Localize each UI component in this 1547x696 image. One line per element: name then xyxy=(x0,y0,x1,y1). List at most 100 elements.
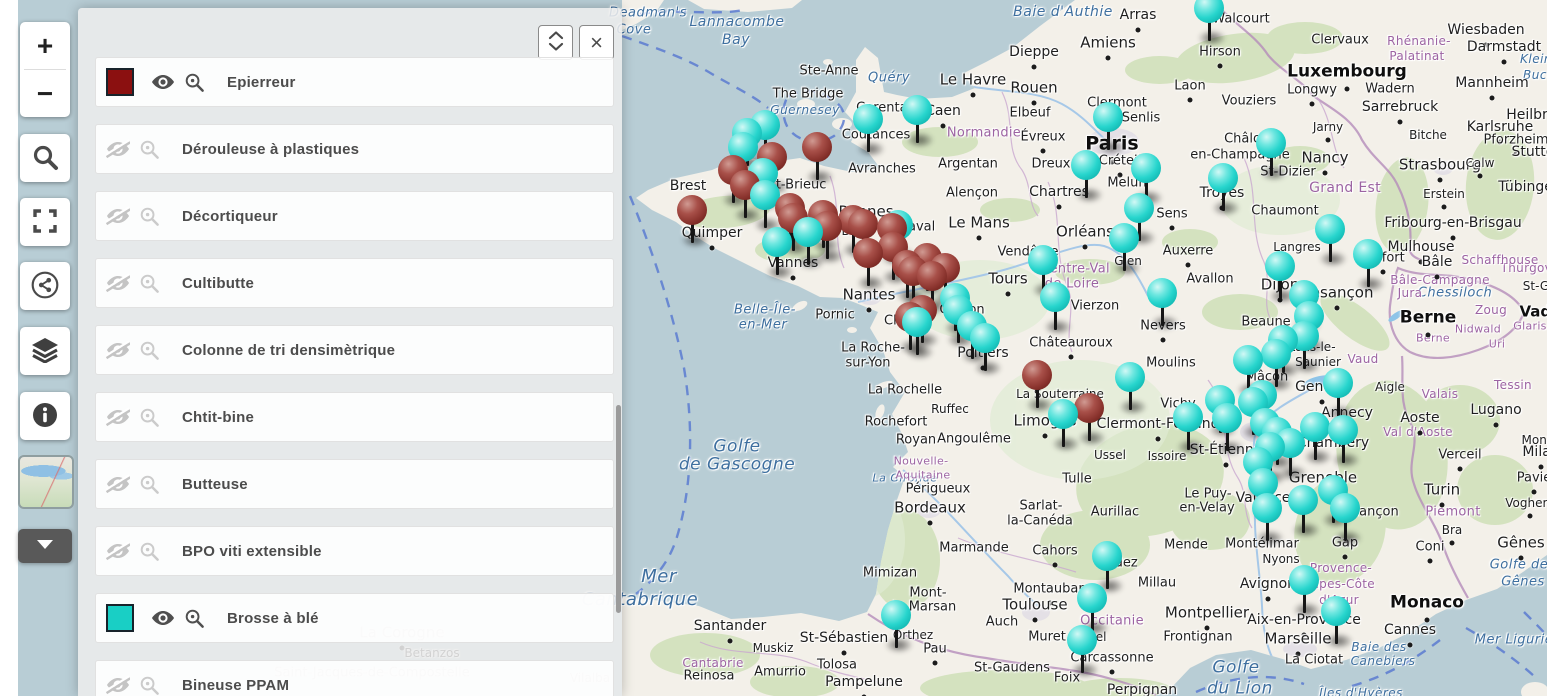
layer-item[interactable]: Cultibutte xyxy=(95,258,614,308)
eye-hidden-icon[interactable] xyxy=(106,139,130,159)
map-marker-cyan[interactable] xyxy=(1328,415,1358,475)
panel-close-button[interactable]: × xyxy=(579,25,614,60)
layer-item[interactable]: Brosse à blé xyxy=(95,593,614,643)
minimap-toggle[interactable] xyxy=(18,455,74,509)
eye-visible-icon[interactable] xyxy=(151,608,175,628)
marker-head xyxy=(902,307,932,337)
map-marker-cyan[interactable] xyxy=(1353,239,1383,299)
map-marker-cyan[interactable] xyxy=(1040,282,1070,342)
layers-button[interactable] xyxy=(20,327,70,375)
map-marker-cyan[interactable] xyxy=(1252,493,1282,553)
eye-hidden-icon[interactable] xyxy=(106,340,130,360)
marker-shadow xyxy=(906,132,934,148)
marker-shadow xyxy=(1293,602,1321,618)
map-marker-cyan[interactable] xyxy=(1048,399,1078,459)
marker-shadow xyxy=(1334,530,1362,546)
zoom-out-button[interactable]: − xyxy=(20,70,70,117)
layer-label: Décortiqueur xyxy=(182,208,278,225)
marker-head xyxy=(881,600,911,630)
zoom-to-layer-icon[interactable] xyxy=(139,273,160,294)
panel-reorder-button[interactable] xyxy=(538,25,573,60)
zoom-to-layer-icon[interactable] xyxy=(139,340,160,361)
marker-shadow xyxy=(1198,30,1226,46)
map-marker-red[interactable] xyxy=(677,195,707,255)
layer-item[interactable]: Dérouleuse à plastiques xyxy=(95,124,614,174)
marker-head xyxy=(1208,163,1238,193)
layer-color-swatch xyxy=(106,68,134,96)
zoom-to-layer-icon[interactable] xyxy=(184,608,205,629)
map-marker-cyan[interactable] xyxy=(902,307,932,367)
share-button[interactable] xyxy=(20,262,70,310)
map-marker-red[interactable] xyxy=(802,132,832,192)
map-marker-cyan[interactable] xyxy=(1288,485,1318,545)
layer-item[interactable]: Butteuse xyxy=(95,459,614,509)
marker-head xyxy=(853,104,883,134)
zoom-to-layer-icon[interactable] xyxy=(139,407,160,428)
marker-shadow xyxy=(1113,260,1141,276)
layer-label: Cultibutte xyxy=(182,275,254,292)
eye-hidden-icon[interactable] xyxy=(106,273,130,293)
layer-item[interactable]: BPO viti extensible xyxy=(95,526,614,576)
eye-hidden-icon[interactable] xyxy=(106,675,130,695)
map-marker-cyan[interactable] xyxy=(1321,596,1351,656)
toolbar-more-button[interactable] xyxy=(18,529,72,563)
layer-item[interactable]: Colonne de tri densimètrique xyxy=(95,325,614,375)
map-marker-cyan[interactable] xyxy=(762,227,792,287)
map-marker-cyan[interactable] xyxy=(1109,223,1139,283)
fullscreen-button[interactable] xyxy=(20,198,70,246)
search-button[interactable] xyxy=(20,134,70,182)
marker-shadow xyxy=(1332,452,1360,468)
zoom-to-layer-icon[interactable] xyxy=(184,72,205,93)
marker-head xyxy=(902,95,932,125)
map-marker-cyan[interactable] xyxy=(881,600,911,660)
eye-hidden-icon[interactable] xyxy=(106,206,130,226)
layer-item[interactable]: Epierreur xyxy=(95,57,614,107)
eye-visible-icon[interactable] xyxy=(151,72,175,92)
map-marker-cyan[interactable] xyxy=(1315,214,1345,274)
panel-scrollbar[interactable] xyxy=(616,405,621,613)
marker-head xyxy=(1040,282,1070,312)
map-marker-cyan[interactable] xyxy=(793,217,823,277)
map-marker-cyan[interactable] xyxy=(1067,625,1097,685)
zoom-to-layer-icon[interactable] xyxy=(139,206,160,227)
about-button[interactable] xyxy=(20,392,70,440)
zoom-to-layer-icon[interactable] xyxy=(139,675,160,696)
map-marker-cyan[interactable] xyxy=(1208,163,1238,223)
layer-item[interactable]: Décortiqueur xyxy=(95,191,614,241)
zoom-to-layer-icon[interactable] xyxy=(139,541,160,562)
eye-hidden-icon[interactable] xyxy=(106,541,130,561)
zoom-to-layer-icon[interactable] xyxy=(139,474,160,495)
zoom-to-layer-icon[interactable] xyxy=(139,139,160,160)
marker-head xyxy=(848,209,878,239)
map-marker-cyan[interactable] xyxy=(1194,0,1224,53)
close-icon: × xyxy=(590,32,603,54)
layer-item[interactable]: Chtit-bine xyxy=(95,392,614,442)
map-marker-cyan[interactable] xyxy=(970,323,1000,383)
map-marker-cyan[interactable] xyxy=(1256,128,1286,188)
marker-head xyxy=(1330,493,1360,523)
map-marker-cyan[interactable] xyxy=(1173,402,1203,462)
map-marker-cyan[interactable] xyxy=(853,104,883,164)
search-icon xyxy=(31,143,59,174)
marker-head xyxy=(1028,245,1058,275)
map-marker-cyan[interactable] xyxy=(1330,493,1360,553)
marker-shadow xyxy=(857,141,885,157)
map-marker-red[interactable] xyxy=(853,238,883,298)
marker-shadow xyxy=(766,264,794,280)
map-marker-cyan[interactable] xyxy=(1212,403,1242,463)
map-marker-cyan[interactable] xyxy=(902,95,932,155)
marker-shadow xyxy=(806,169,834,185)
map-marker-cyan[interactable] xyxy=(1289,565,1319,625)
map-marker-cyan[interactable] xyxy=(1115,362,1145,422)
layer-item[interactable]: Bineuse PPAM xyxy=(95,660,614,696)
marker-head xyxy=(1321,596,1351,626)
zoom-in-button[interactable]: + xyxy=(20,22,70,69)
marker-shadow xyxy=(1071,662,1099,678)
layers-panel: × Epierreur Dérouleuse à plastiques Décort… xyxy=(78,8,622,696)
layer-label: Chtit-bine xyxy=(182,409,254,426)
eye-hidden-icon[interactable] xyxy=(106,407,130,427)
map-marker-cyan[interactable] xyxy=(1071,150,1101,210)
eye-hidden-icon[interactable] xyxy=(106,474,130,494)
marker-shadow xyxy=(1097,139,1125,155)
map-marker-cyan[interactable] xyxy=(1147,278,1177,338)
